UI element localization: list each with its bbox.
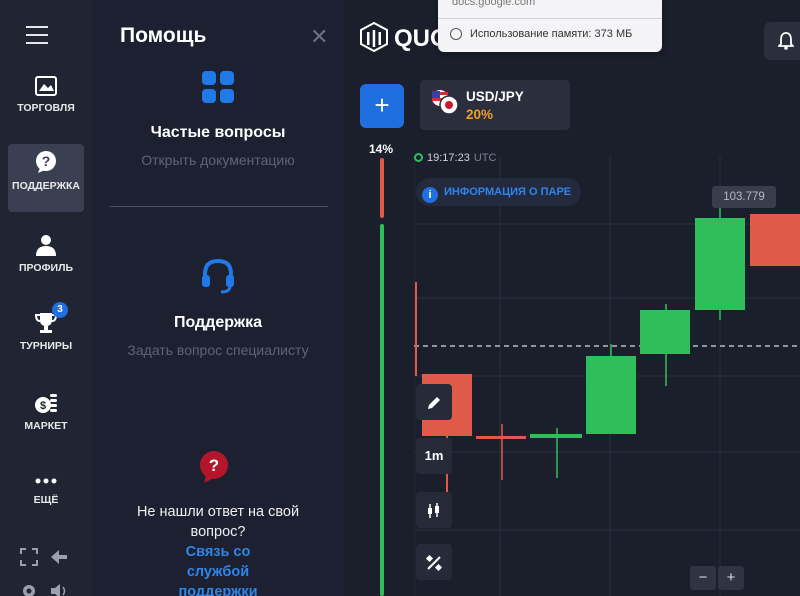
nav-item-market[interactable]: $ МАРКЕТ (8, 392, 84, 433)
nav-item-tournaments[interactable]: 3 ТУРНИРЫ (8, 302, 84, 353)
coins-icon: $ (35, 394, 57, 413)
arrow-left-icon[interactable] (50, 548, 68, 566)
server-time: 19:17:23 UTC (414, 152, 496, 164)
sentiment-bar-down (380, 158, 384, 218)
memory-usage-tooltip: docs.google.com Использование памяти: 37… (438, 0, 662, 52)
sentiment-percent: 14% (369, 142, 394, 156)
nav-label: ЕЩЁ (33, 494, 59, 506)
asset-payout: 20% (466, 107, 494, 122)
zoom-in-button[interactable]: + (718, 566, 744, 590)
brand-logo: QUO (360, 21, 449, 53)
question-bubble-icon: ? (36, 151, 56, 173)
candlestick-chart[interactable] (414, 156, 800, 596)
satellite-icon (425, 554, 443, 571)
trading-area: QUO + USD/JPY 20% 14% 19:17:23 UTC i ИНФ… (344, 0, 800, 596)
divider (110, 206, 328, 207)
sound-icon[interactable] (50, 582, 68, 596)
candle (750, 214, 800, 266)
support-title: Поддержка (173, 314, 263, 331)
headset-icon (202, 258, 234, 294)
candle (586, 344, 636, 434)
app-window: ТОРГОВЛЯ ? ПОДДЕРЖКА ПРОФИЛЬ 3 ТУРНИРЫ $… (0, 0, 800, 596)
candles-icon (428, 502, 439, 518)
chart-type-button[interactable] (416, 492, 452, 528)
fullscreen-icon[interactable] (20, 548, 38, 566)
candle (640, 304, 690, 386)
asset-selector[interactable]: USD/JPY 20% (420, 80, 570, 130)
pair-info-label: ИНФОРМАЦИЯ О ПАРЕ (444, 186, 572, 198)
tooltip-domain: docs.google.com (452, 0, 536, 8)
nav-item-more[interactable]: ЕЩЁ (8, 474, 84, 507)
contact-support-link[interactable]: Связь со службой поддержки (92, 542, 344, 596)
svg-text:?: ? (42, 153, 51, 169)
timezone: UTC (473, 152, 497, 164)
left-nav: ТОРГОВЛЯ ? ПОДДЕРЖКА ПРОФИЛЬ 3 ТУРНИРЫ $… (0, 0, 92, 596)
nav-label: МАРКЕТ (24, 420, 68, 432)
candle (695, 208, 745, 320)
sentiment-bar-up (380, 224, 384, 596)
nav-item-trading[interactable]: ТОРГОВЛЯ (8, 76, 84, 115)
status-dot-icon (414, 153, 423, 162)
asset-name: USD/JPY (466, 89, 524, 104)
not-found-text: Не нашли ответ на свой вопрос? (136, 504, 300, 540)
faq-section[interactable]: Частые вопросы Открыть документацию (92, 70, 344, 168)
memory-usage-text: Использование памяти: 373 МБ (470, 28, 633, 40)
bell-icon (778, 32, 794, 50)
chart-image-icon (35, 76, 57, 96)
pair-info-button[interactable]: i ИНФОРМАЦИЯ О ПАРЕ (416, 178, 582, 206)
menu-icon[interactable] (26, 26, 48, 44)
nav-label: ПОДДЕРЖКА (12, 180, 80, 192)
indicators-button[interactable] (416, 544, 452, 580)
draw-tool-button[interactable] (416, 384, 452, 420)
question-bubble-icon: ? (200, 451, 228, 483)
candle (530, 428, 582, 478)
add-chart-button[interactable]: + (360, 84, 404, 128)
svg-text:$: $ (40, 400, 46, 412)
notification-badge: 3 (52, 302, 68, 318)
faq-title: Частые вопросы (150, 124, 286, 141)
user-icon (36, 235, 56, 256)
logo-icon (360, 21, 388, 53)
pencil-icon (428, 396, 440, 409)
timeframe-button[interactable]: 1m (416, 438, 452, 474)
tooltip-divider (438, 18, 662, 19)
nav-label: ТУРНИРЫ (19, 340, 73, 352)
help-panel: Помощь ✕ Частые вопросы Открыть документ… (92, 0, 344, 596)
gauge-icon (450, 28, 462, 40)
support-section[interactable]: Поддержка Задать вопрос специалисту (92, 258, 344, 358)
nav-label: ПРОФИЛЬ (18, 262, 73, 274)
nav-item-support[interactable]: ? ПОДДЕРЖКА (8, 144, 84, 212)
nav-label: ТОРГОВЛЯ (17, 102, 75, 114)
price-label: 103.779 (712, 186, 776, 208)
close-icon[interactable]: ✕ (310, 24, 328, 50)
svg-text:?: ? (209, 456, 219, 475)
grid-icon (202, 71, 234, 103)
faq-subtitle: Открыть документацию (141, 152, 295, 168)
flags-icon (432, 90, 459, 115)
info-icon: i (422, 187, 438, 203)
nav-item-profile[interactable]: ПРОФИЛЬ (8, 234, 84, 275)
server-time-value: 19:17:23 (427, 152, 470, 164)
help-panel-title: Помощь (120, 24, 207, 47)
support-subtitle: Задать вопрос специалисту (127, 342, 309, 358)
zoom-out-button[interactable]: − (690, 566, 716, 590)
more-dots-icon (35, 478, 57, 484)
notifications-button[interactable] (764, 22, 800, 60)
settings-gear-icon[interactable] (20, 582, 38, 596)
